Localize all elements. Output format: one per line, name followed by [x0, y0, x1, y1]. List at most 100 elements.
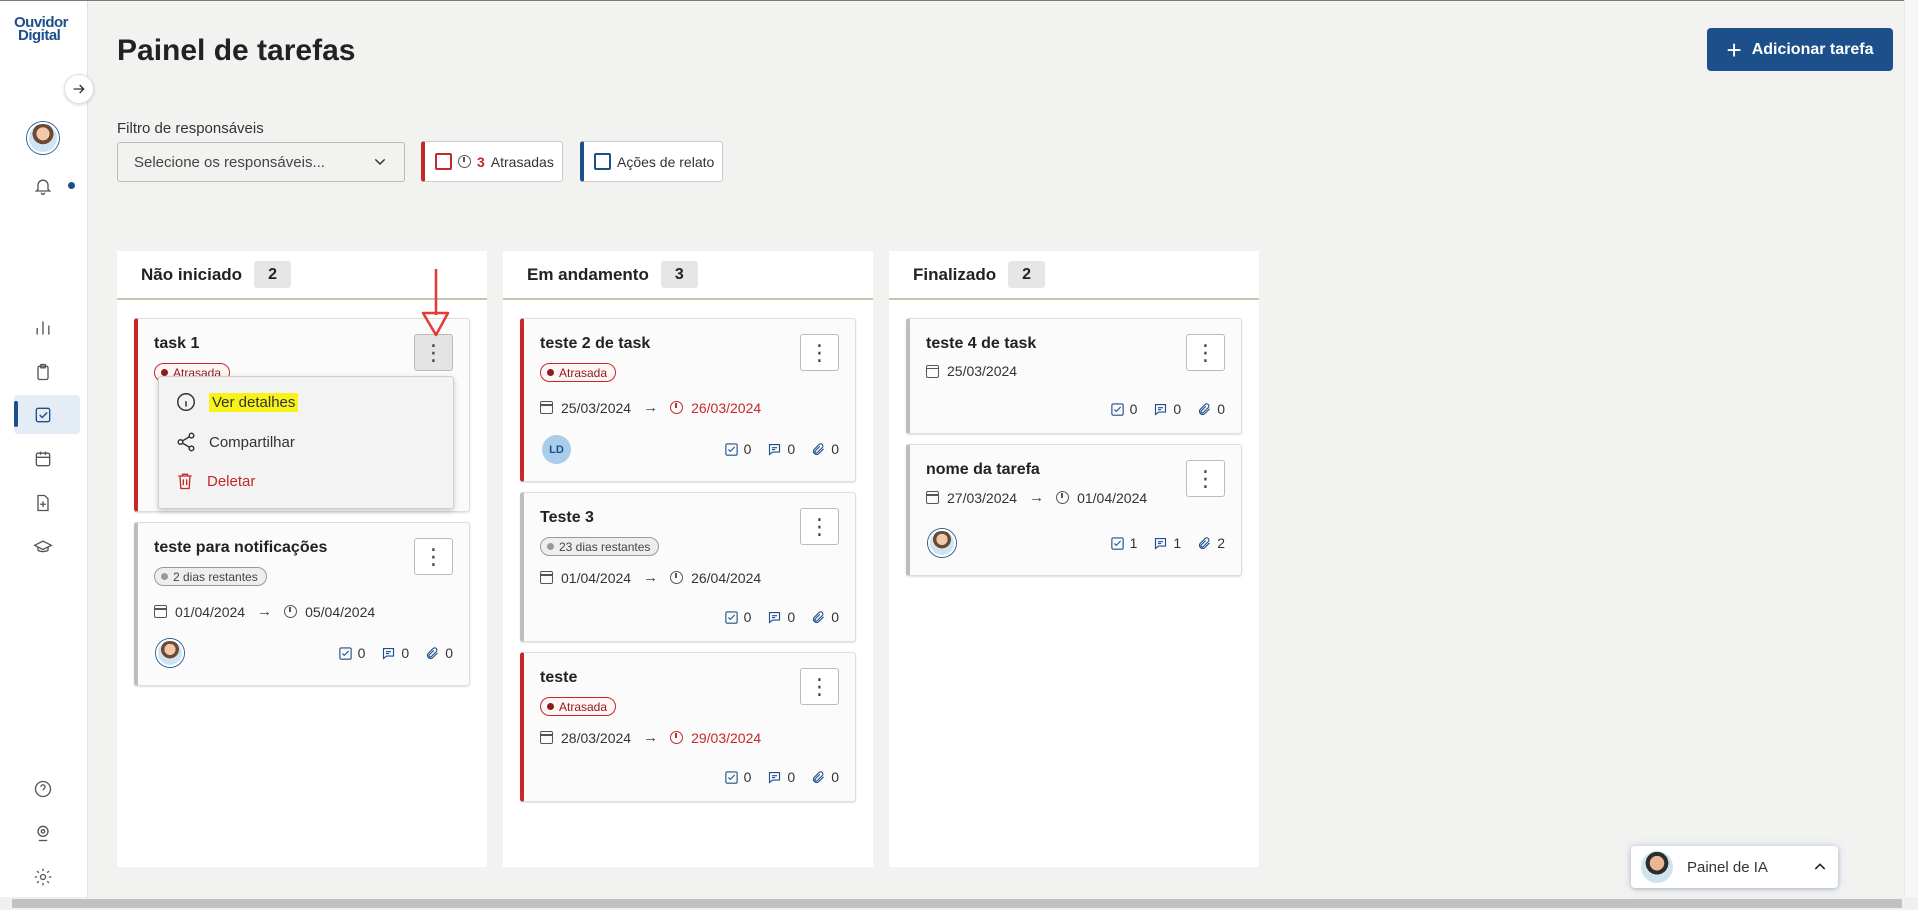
end-date: 01/04/2024	[1077, 489, 1148, 506]
attachments-count: 0	[1217, 401, 1225, 417]
attachments-stat: 0	[811, 609, 839, 625]
report-actions-filter-chip[interactable]: Ações de relato	[580, 141, 724, 182]
late-tasks-filter-chip[interactable]: 3 Atrasadas	[421, 141, 563, 182]
paperclip-icon	[813, 442, 825, 455]
assignee-avatar[interactable]	[928, 529, 956, 557]
logo[interactable]: Ouvidor Digital	[14, 15, 74, 43]
checklist-icon	[1110, 402, 1124, 416]
attachments-count: 2	[1217, 535, 1225, 551]
start-date: 01/04/2024	[175, 603, 246, 620]
status-dot	[547, 543, 554, 550]
start-date: 25/03/2024	[947, 363, 1018, 379]
user-avatar[interactable]	[27, 122, 59, 154]
assignee-filter-select[interactable]: Selecione os responsáveis...	[117, 142, 405, 182]
attachments-count: 0	[445, 645, 453, 661]
late-count: 3	[477, 153, 485, 170]
comments-stat: 0	[767, 769, 795, 785]
checklist-icon	[724, 610, 738, 624]
task-dates: 25/03/2024	[926, 363, 1017, 379]
menu-item-share-label: Compartilhar	[209, 433, 295, 451]
arrow-right-icon	[73, 84, 85, 94]
paperclip-icon	[813, 610, 825, 623]
report-actions-label: Ações de relato	[617, 153, 715, 170]
attachments-count: 0	[831, 441, 839, 457]
task-card-teste-4[interactable]: teste 4 de task ⋮ 25/03/2024 0 0 0	[906, 318, 1242, 434]
calendar-icon[interactable]	[28, 444, 58, 474]
tasks-check-icon[interactable]	[28, 400, 58, 430]
settings-gear-icon[interactable]	[28, 862, 58, 892]
comment-icon	[1155, 403, 1167, 416]
attachments-count: 0	[831, 769, 839, 785]
page-title: Painel de tarefas	[117, 34, 356, 67]
start-date: 25/03/2024	[561, 399, 632, 416]
status-label: Atrasada	[559, 365, 608, 380]
attachments-stat: 2	[1197, 535, 1225, 551]
task-menu-button[interactable]: ⋮	[414, 334, 453, 371]
menu-item-delete[interactable]: Deletar	[175, 471, 255, 491]
active-nav-indicator	[14, 401, 18, 427]
start-date: 27/03/2024	[947, 489, 1018, 506]
task-card-notificacoes[interactable]: teste para notificações ⋮ 2 dias restant…	[134, 522, 470, 686]
share-icon	[177, 432, 195, 452]
start-date: 28/03/2024	[561, 729, 632, 746]
task-menu-button[interactable]: ⋮	[800, 508, 839, 545]
task-menu-button[interactable]: ⋮	[800, 668, 839, 705]
task-title: teste para notificações	[154, 539, 328, 556]
task-menu-button[interactable]: ⋮	[414, 538, 453, 575]
checklist-stat: 0	[724, 441, 751, 457]
column-title: Em andamento	[527, 264, 649, 284]
task-title: nome da tarefa	[926, 461, 1040, 478]
menu-item-details[interactable]: Ver detalhes	[175, 391, 299, 413]
menu-item-delete-label: Deletar	[207, 472, 256, 490]
assignee-avatar[interactable]	[156, 639, 184, 667]
comments-stat: 1	[1153, 535, 1181, 551]
menu-item-share[interactable]: Compartilhar	[175, 431, 295, 453]
add-task-button[interactable]: + Adicionar tarefa	[1707, 28, 1893, 71]
comment-icon	[769, 611, 781, 624]
horizontal-scrollbar[interactable]	[0, 897, 1918, 910]
help-icon[interactable]	[28, 774, 58, 804]
task-menu-button[interactable]: ⋮	[1186, 334, 1225, 371]
calendar-icon	[926, 491, 939, 504]
file-add-icon[interactable]	[28, 488, 58, 518]
end-date: 29/03/2024	[691, 729, 762, 746]
ai-avatar	[1641, 851, 1673, 883]
task-card-teste-2[interactable]: teste 2 de task ⋮ Atrasada 25/03/2024 → …	[520, 318, 856, 482]
task-card-teste-3[interactable]: Teste 3 ⋮ 23 dias restantes 01/04/2024 →…	[520, 492, 856, 642]
column-count: 2	[1008, 261, 1046, 288]
task-card-teste[interactable]: teste ⋮ Atrasada 28/03/2024 → 29/03/2024…	[520, 652, 856, 802]
window-top-border	[0, 0, 1918, 1]
ai-panel-toggle[interactable]: Painel de IA	[1631, 846, 1838, 888]
chart-icon[interactable]	[28, 313, 58, 343]
menu-item-details-label: Ver detalhes	[209, 392, 299, 412]
arrow-right-icon: →	[1029, 489, 1045, 506]
late-checkbox[interactable]	[435, 153, 452, 170]
horizontal-scrollbar-thumb[interactable]	[12, 899, 1902, 908]
checklist-stat: 0	[724, 769, 751, 785]
sidebar-expand-button[interactable]	[64, 74, 94, 104]
comments-count: 0	[401, 645, 410, 661]
status-label: 2 dias restantes	[173, 569, 258, 584]
webcam-icon[interactable]	[28, 818, 58, 848]
task-card-nome-da-tarefa[interactable]: nome da tarefa ⋮ 27/03/2024 → 01/04/2024…	[906, 444, 1242, 576]
assignee-initials-avatar[interactable]: LD	[542, 435, 571, 464]
vertical-scrollbar[interactable]	[1904, 0, 1918, 897]
clipboard-icon[interactable]	[28, 357, 58, 387]
graduation-cap-icon[interactable]	[28, 532, 58, 562]
task-context-menu: Ver detalhes Compartilhar Deletar	[158, 376, 454, 509]
attachments-stat: 0	[1197, 401, 1225, 417]
comments-stat: 0	[767, 609, 795, 625]
task-stats: 0 0 0	[724, 769, 839, 785]
calendar-icon	[540, 571, 553, 584]
paperclip-icon	[1199, 402, 1211, 415]
task-dates: 27/03/2024 → 01/04/2024	[926, 489, 1147, 506]
clock-icon	[1056, 491, 1070, 504]
comment-icon	[769, 771, 781, 784]
task-stats: 1 1 2	[1110, 535, 1225, 551]
bell-icon[interactable]	[28, 171, 58, 201]
task-menu-button[interactable]: ⋮	[1186, 460, 1225, 497]
task-menu-button[interactable]: ⋮	[800, 334, 839, 371]
column-in-progress: Em andamento 3 teste 2 de task ⋮ Atrasad…	[503, 251, 873, 867]
attachments-stat: 0	[425, 645, 453, 661]
report-actions-checkbox[interactable]	[594, 153, 611, 170]
